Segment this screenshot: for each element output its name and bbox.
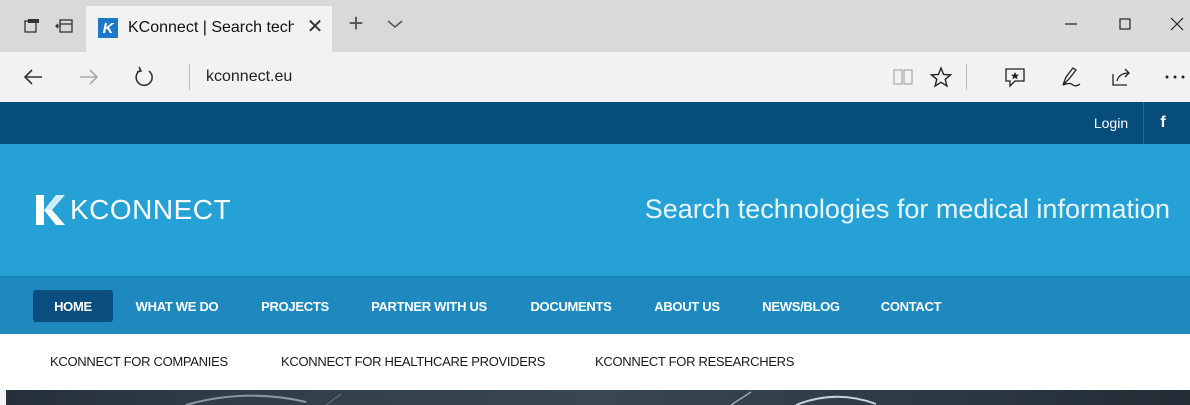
facebook-icon[interactable]: f [1150,102,1176,144]
site-header: KCONNECT Search technologies for medical… [0,144,1190,276]
address-bar: kconnect.eu [0,52,1190,102]
logo-text: KCONNECT [70,194,232,225]
refresh-icon[interactable] [131,64,157,90]
url-field[interactable]: kconnect.eu [206,68,292,86]
top-utility-bar: Login f [0,102,1190,144]
subnav-companies[interactable]: KCONNECT FOR COMPANIES [50,354,228,369]
chevron-down-icon[interactable] [385,14,407,36]
site-tagline: Search technologies for medical informat… [644,194,1170,224]
reading-view-icon[interactable] [890,64,916,90]
favorites-hub-icon[interactable] [1002,64,1028,90]
nav-contact[interactable]: CONTACT [866,290,956,322]
subnav-researchers[interactable]: KCONNECT FOR RESEARCHERS [595,354,794,369]
maximize-icon[interactable] [1110,12,1140,36]
browser-tab-bar: K KConnect | Search techr ✕ + [0,0,1190,52]
nav-what-we-do[interactable]: WHAT WE DO [122,290,232,322]
nav-about-us[interactable]: ABOUT US [642,290,732,322]
nav-home[interactable]: HOME [33,290,113,322]
sub-navigation: KCONNECT FOR COMPANIES KCONNECT FOR HEAL… [0,334,1190,390]
toolbar-separator [966,64,967,90]
utility-separator [1143,102,1144,144]
window-close-icon[interactable] [1162,12,1190,36]
active-tab[interactable]: K KConnect | Search techr ✕ [86,6,332,52]
address-separator [189,64,190,90]
close-tab-icon[interactable]: ✕ [304,16,326,38]
minimize-icon[interactable] [1056,12,1086,36]
back-icon[interactable] [20,64,46,90]
nav-projects[interactable]: PROJECTS [250,290,340,322]
web-note-pen-icon[interactable] [1058,64,1084,90]
share-icon[interactable] [1108,64,1134,90]
more-options-icon[interactable] [1164,64,1190,90]
new-tab-icon[interactable]: + [344,10,368,36]
forward-icon[interactable] [76,64,102,90]
set-tabs-aside-icon[interactable] [52,14,76,38]
nav-news-blog[interactable]: NEWS/BLOG [746,290,856,322]
login-link[interactable]: Login [1080,102,1142,144]
nav-partner-with-us[interactable]: PARTNER WITH US [356,290,502,322]
nav-documents[interactable]: DOCUMENTS [516,290,626,322]
subnav-healthcare-providers[interactable]: KCONNECT FOR HEALTHCARE PROVIDERS [281,354,545,369]
tab-title: KConnect | Search techr [128,19,294,36]
hero-banner-image [6,390,1190,405]
favorite-star-icon[interactable] [928,64,954,90]
tab-actions-icon[interactable] [20,14,44,38]
kconnect-favicon-icon: K [98,18,118,38]
kconnect-logo-icon [36,195,65,225]
site-logo[interactable]: KCONNECT [34,186,231,234]
main-navigation: HOME WHAT WE DO PROJECTS PARTNER WITH US… [0,276,1190,334]
